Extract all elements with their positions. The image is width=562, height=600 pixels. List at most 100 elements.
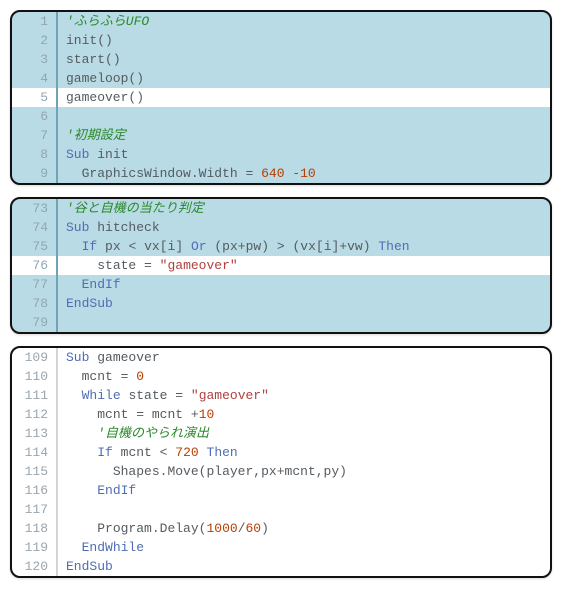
- code-content[interactable]: EndSub: [58, 557, 113, 576]
- code-content[interactable]: Shapes.Move(player,px+mcnt,py): [58, 462, 347, 481]
- token-op: =: [175, 388, 183, 403]
- code-line[interactable]: 119 EndWhile: [12, 538, 550, 557]
- code-content[interactable]: mcnt = mcnt +10: [58, 405, 214, 424]
- token-kw: EndIf: [82, 277, 121, 292]
- code-line[interactable]: 5gameover(): [12, 88, 550, 107]
- token-op: (): [97, 33, 113, 48]
- code-line[interactable]: 110 mcnt = 0: [12, 367, 550, 386]
- code-viewer: 1'ふらふらUFO2init()3start()4gameloop()5game…: [10, 10, 552, 578]
- token-id: gameloop: [66, 71, 128, 86]
- line-number: 110: [12, 367, 58, 386]
- code-line[interactable]: 9 GraphicsWindow.Width = 640 -10: [12, 164, 550, 183]
- token-kw: Sub: [66, 350, 89, 365]
- code-line[interactable]: 117: [12, 500, 550, 519]
- token-comment: '自機のやられ演出: [97, 426, 209, 441]
- code-content[interactable]: start(): [58, 50, 121, 69]
- code-line[interactable]: 7'初期設定: [12, 126, 550, 145]
- code-content[interactable]: Sub hitcheck: [58, 218, 160, 237]
- token-op: +: [277, 464, 285, 479]
- code-content[interactable]: If px < vx[i] Or (px+pw) > (vx[i]+vw) Th…: [58, 237, 410, 256]
- code-line[interactable]: 115 Shapes.Move(player,px+mcnt,py): [12, 462, 550, 481]
- line-number: 115: [12, 462, 58, 481]
- code-content[interactable]: EndWhile: [58, 538, 144, 557]
- token-kw: EndSub: [66, 296, 113, 311]
- code-line[interactable]: 113 '自機のやられ演出: [12, 424, 550, 443]
- token-op: (: [214, 239, 222, 254]
- code-content[interactable]: EndIf: [58, 275, 121, 294]
- code-content[interactable]: mcnt = 0: [58, 367, 144, 386]
- code-line[interactable]: 76 state = "gameover": [12, 256, 550, 275]
- code-line[interactable]: 111 While state = "gameover": [12, 386, 550, 405]
- token-id: pw: [246, 239, 262, 254]
- code-content[interactable]: Sub gameover: [58, 348, 160, 367]
- code-content[interactable]: '初期設定: [58, 126, 126, 145]
- code-content[interactable]: [58, 107, 66, 126]
- code-content[interactable]: state = "gameover": [58, 256, 238, 275]
- token-kw: Or: [191, 239, 207, 254]
- code-content[interactable]: Program.Delay(1000/60): [58, 519, 269, 538]
- code-content[interactable]: [58, 500, 66, 519]
- code-content[interactable]: Sub init: [58, 145, 128, 164]
- token-op: -: [292, 166, 300, 181]
- token-num: 0: [136, 369, 144, 384]
- line-number: 78: [12, 294, 58, 313]
- token-op: =: [121, 369, 129, 384]
- code-content[interactable]: While state = "gameover": [58, 386, 269, 405]
- token-op: .: [191, 166, 199, 181]
- token-num: 10: [300, 166, 316, 181]
- code-line[interactable]: 114 If mcnt < 720 Then: [12, 443, 550, 462]
- code-line[interactable]: 118 Program.Delay(1000/60): [12, 519, 550, 538]
- token-op: ): [339, 464, 347, 479]
- token-op: [: [316, 239, 324, 254]
- token-obj: GraphicsWindow: [82, 166, 191, 181]
- code-content[interactable]: 'ふらふらUFO: [58, 12, 149, 31]
- token-id: Move: [167, 464, 198, 479]
- token-id: py: [324, 464, 340, 479]
- code-line[interactable]: 74Sub hitcheck: [12, 218, 550, 237]
- code-content[interactable]: gameover(): [58, 88, 144, 107]
- token-id: Delay: [160, 521, 199, 536]
- token-kw: EndIf: [97, 483, 136, 498]
- code-content[interactable]: '谷と自機の当たり判定: [58, 199, 204, 218]
- token-op: <: [128, 239, 136, 254]
- token-num: 10: [199, 407, 215, 422]
- token-id: mcnt: [285, 464, 316, 479]
- code-panel: 1'ふらふらUFO2init()3start()4gameloop()5game…: [10, 10, 552, 185]
- code-content[interactable]: GraphicsWindow.Width = 640 -10: [58, 164, 316, 183]
- token-op: +: [238, 239, 246, 254]
- token-op: ): [261, 521, 269, 536]
- token-id: mcnt: [152, 407, 183, 422]
- code-line[interactable]: 8Sub init: [12, 145, 550, 164]
- token-num: 60: [246, 521, 262, 536]
- code-content[interactable]: EndSub: [58, 294, 113, 313]
- line-number: 74: [12, 218, 58, 237]
- code-line[interactable]: 1'ふらふらUFO: [12, 12, 550, 31]
- line-number: 73: [12, 199, 58, 218]
- code-line[interactable]: 109Sub gameover: [12, 348, 550, 367]
- code-content[interactable]: If mcnt < 720 Then: [58, 443, 238, 462]
- code-content[interactable]: EndIf: [58, 481, 136, 500]
- token-id: state: [128, 388, 167, 403]
- code-content[interactable]: '自機のやられ演出: [58, 424, 209, 443]
- token-op: <: [160, 445, 168, 460]
- token-op: ,: [253, 464, 261, 479]
- token-id: hitcheck: [97, 220, 159, 235]
- code-line[interactable]: 4gameloop(): [12, 69, 550, 88]
- token-op: =: [144, 258, 152, 273]
- code-line[interactable]: 2init(): [12, 31, 550, 50]
- code-line[interactable]: 120EndSub: [12, 557, 550, 576]
- code-line[interactable]: 116 EndIf: [12, 481, 550, 500]
- code-content[interactable]: gameloop(): [58, 69, 144, 88]
- code-line[interactable]: 6: [12, 107, 550, 126]
- code-line[interactable]: 112 mcnt = mcnt +10: [12, 405, 550, 424]
- code-line[interactable]: 77 EndIf: [12, 275, 550, 294]
- code-line[interactable]: 75 If px < vx[i] Or (px+pw) > (vx[i]+vw)…: [12, 237, 550, 256]
- code-line[interactable]: 3start(): [12, 50, 550, 69]
- code-content[interactable]: [58, 313, 66, 332]
- token-op: >: [277, 239, 285, 254]
- code-content[interactable]: init(): [58, 31, 113, 50]
- code-line[interactable]: 79: [12, 313, 550, 332]
- code-line[interactable]: 73'谷と自機の当たり判定: [12, 199, 550, 218]
- code-line[interactable]: 78 EndSub: [12, 294, 550, 313]
- token-comment: '初期設定: [66, 128, 126, 143]
